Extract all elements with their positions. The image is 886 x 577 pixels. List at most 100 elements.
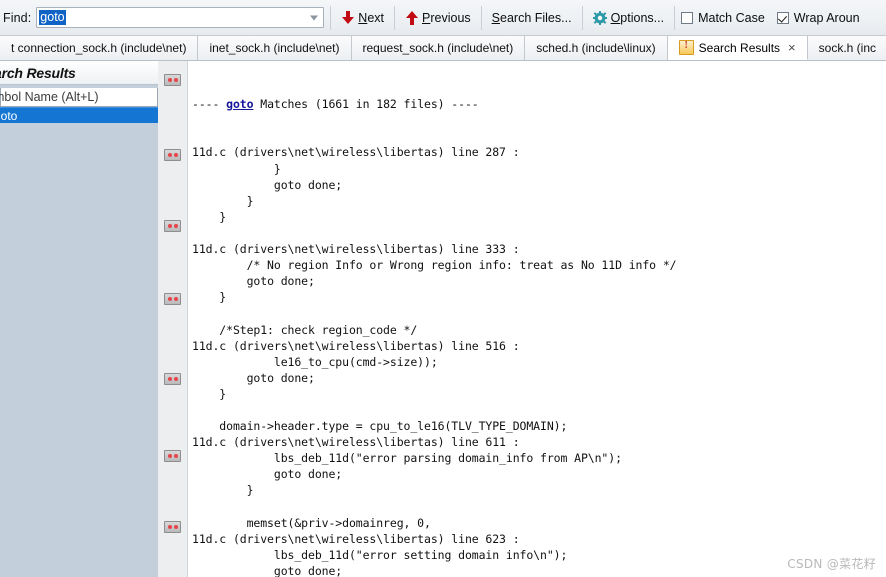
- options-button[interactable]: Options...: [589, 9, 669, 27]
- search-results-icon: [678, 39, 694, 55]
- result-file-line: 11d.c (drivers\net\wireless\libertas) li…: [192, 435, 520, 450]
- tab-sched-h[interactable]: sched.h (include\linux): [525, 36, 668, 60]
- result-code-line: [192, 305, 886, 321]
- tab-request-sock-h[interactable]: request_sock.h (include\net): [351, 36, 526, 60]
- checkbox-box: [681, 11, 694, 24]
- result-code-line: }: [192, 386, 227, 401]
- result-code-line: [192, 225, 886, 241]
- tab-label: t connection_sock.h (include\net): [11, 41, 187, 55]
- arrow-down-icon: [341, 10, 354, 25]
- panel-header: arch Results: [0, 61, 158, 85]
- symbol-name-input[interactable]: mbol Name (Alt+L): [0, 88, 158, 107]
- find-previous-label: Previous: [422, 10, 471, 25]
- find-next-label: NNextext: [358, 10, 385, 25]
- code-text: done;: [301, 467, 343, 482]
- code-text: done;: [273, 370, 315, 385]
- result-code-line: goto done;: [192, 273, 886, 289]
- code-lines: ---- goto Matches (1661 in 182 files) --…: [189, 64, 886, 577]
- find-previous-button[interactable]: Previous: [401, 9, 475, 27]
- toolbar-divider: [674, 5, 676, 30]
- result-code-line: goto done;: [192, 466, 886, 482]
- list-item[interactable]: goto: [0, 107, 158, 123]
- code-text: done;: [301, 177, 343, 192]
- result-code-line: }: [192, 290, 227, 305]
- code-text: done;: [301, 563, 343, 577]
- symbol-label: goto: [0, 108, 18, 123]
- search-keyword: goto: [226, 97, 254, 112]
- bookmark-icon[interactable]: [164, 149, 181, 161]
- editor-tab-bar: t connection_sock.h (include\net) inet_s…: [0, 36, 886, 61]
- code-text: done;: [273, 274, 315, 289]
- search-files-label: Search Files...: [491, 10, 572, 25]
- result-code-line: memset(&priv->domainreg, 0,: [192, 515, 431, 530]
- wrap-around-label: Wrap Aroun: [793, 10, 860, 25]
- result-code-line: goto done;: [192, 563, 886, 577]
- result-code-line: goto done;: [192, 370, 886, 386]
- match-case-label: Match Case: [698, 10, 765, 25]
- result-code-line: }: [192, 209, 227, 224]
- result-code-line: [192, 402, 886, 418]
- header-suffix: Matches (1661 in 182 files) ----: [253, 97, 479, 112]
- find-toolbar: Find: goto NNextext Previous Search File…: [0, 0, 886, 36]
- wrap-around-checkbox[interactable]: Wrap Aroun: [776, 10, 860, 25]
- result-code-line: }: [192, 193, 254, 208]
- bookmark-gutter: [158, 61, 188, 577]
- match-keyword: goto: [246, 370, 274, 385]
- chevron-down-icon[interactable]: [310, 15, 319, 20]
- toolbar-divider: [480, 5, 482, 30]
- bookmark-icon[interactable]: [164, 293, 181, 305]
- tab-label: sock.h (inc: [818, 41, 876, 55]
- bookmark-icon[interactable]: [164, 450, 181, 462]
- bookmark-icon[interactable]: [164, 220, 181, 232]
- toolbar-divider: [330, 5, 332, 30]
- search-results-content[interactable]: ---- goto Matches (1661 in 182 files) --…: [189, 61, 886, 577]
- match-keyword: goto: [273, 177, 302, 192]
- panel-title: arch Results: [0, 64, 76, 81]
- tab-search-results[interactable]: Search Results ×: [667, 36, 808, 60]
- tab-label: Search Results: [698, 40, 781, 55]
- match-case-checkbox[interactable]: Match Case: [681, 11, 765, 25]
- search-files-button[interactable]: Search Files...: [488, 9, 576, 27]
- search-results-panel: arch Results mbol Name (Alt+L) goto: [0, 61, 158, 577]
- toolbar-divider: [394, 5, 396, 30]
- tab-label: sched.h (include\linux): [536, 41, 656, 55]
- result-code-line: /* No region Info or Wrong region info: …: [192, 258, 677, 273]
- result-file-line: 11d.c (drivers\net\wireless\libertas) li…: [192, 242, 520, 257]
- tab-inet-sock-h[interactable]: inet_sock.h (include\net): [198, 36, 352, 60]
- bookmark-icon[interactable]: [164, 74, 181, 86]
- result-code-line: domain->header.type = cpu_to_le16(TLV_TY…: [192, 419, 568, 434]
- watermark: CSDN @菜花籽: [787, 557, 876, 571]
- bookmark-icon[interactable]: [164, 373, 181, 385]
- find-label: Find:: [3, 10, 32, 25]
- match-keyword: goto: [273, 563, 302, 577]
- tab-label: inet_sock.h (include\net): [209, 41, 340, 55]
- arrow-up-icon: [405, 10, 418, 25]
- tab-label: request_sock.h (include\net): [362, 41, 514, 55]
- result-code-line: /*Step1: check region_code */: [192, 322, 418, 337]
- tab-connection-sock-h[interactable]: t connection_sock.h (include\net): [0, 36, 199, 60]
- tab-sock-h[interactable]: sock.h (inc: [807, 36, 886, 60]
- checkbox-box: [776, 11, 789, 24]
- results-header-line: ---- goto Matches (1661 in 182 files) --…: [192, 96, 886, 112]
- symbol-list: goto: [0, 107, 158, 123]
- result-code-line: }: [192, 483, 254, 498]
- find-input[interactable]: goto: [36, 7, 325, 28]
- bookmark-icon[interactable]: [164, 521, 181, 533]
- result-file-line: 11d.c (drivers\net\wireless\libertas) li…: [192, 338, 520, 353]
- result-code-line: le16_to_cpu(cmd->size));: [192, 354, 438, 369]
- find-next-button[interactable]: NNextext: [337, 9, 388, 27]
- match-keyword: goto: [246, 274, 274, 289]
- result-code-line: lbs_deb_11d("error parsing domain_info f…: [192, 451, 622, 466]
- close-icon[interactable]: ×: [788, 41, 796, 54]
- find-input-value: goto: [39, 10, 66, 25]
- result-code-line: lbs_deb_11d("error setting domain info\n…: [192, 547, 568, 562]
- result-code-line: [192, 499, 886, 515]
- result-file-line: 11d.c (drivers\net\wireless\libertas) li…: [192, 531, 520, 546]
- gear-icon: [592, 10, 607, 25]
- result-file-line: 11d.c (drivers\net\wireless\libertas) li…: [192, 145, 520, 160]
